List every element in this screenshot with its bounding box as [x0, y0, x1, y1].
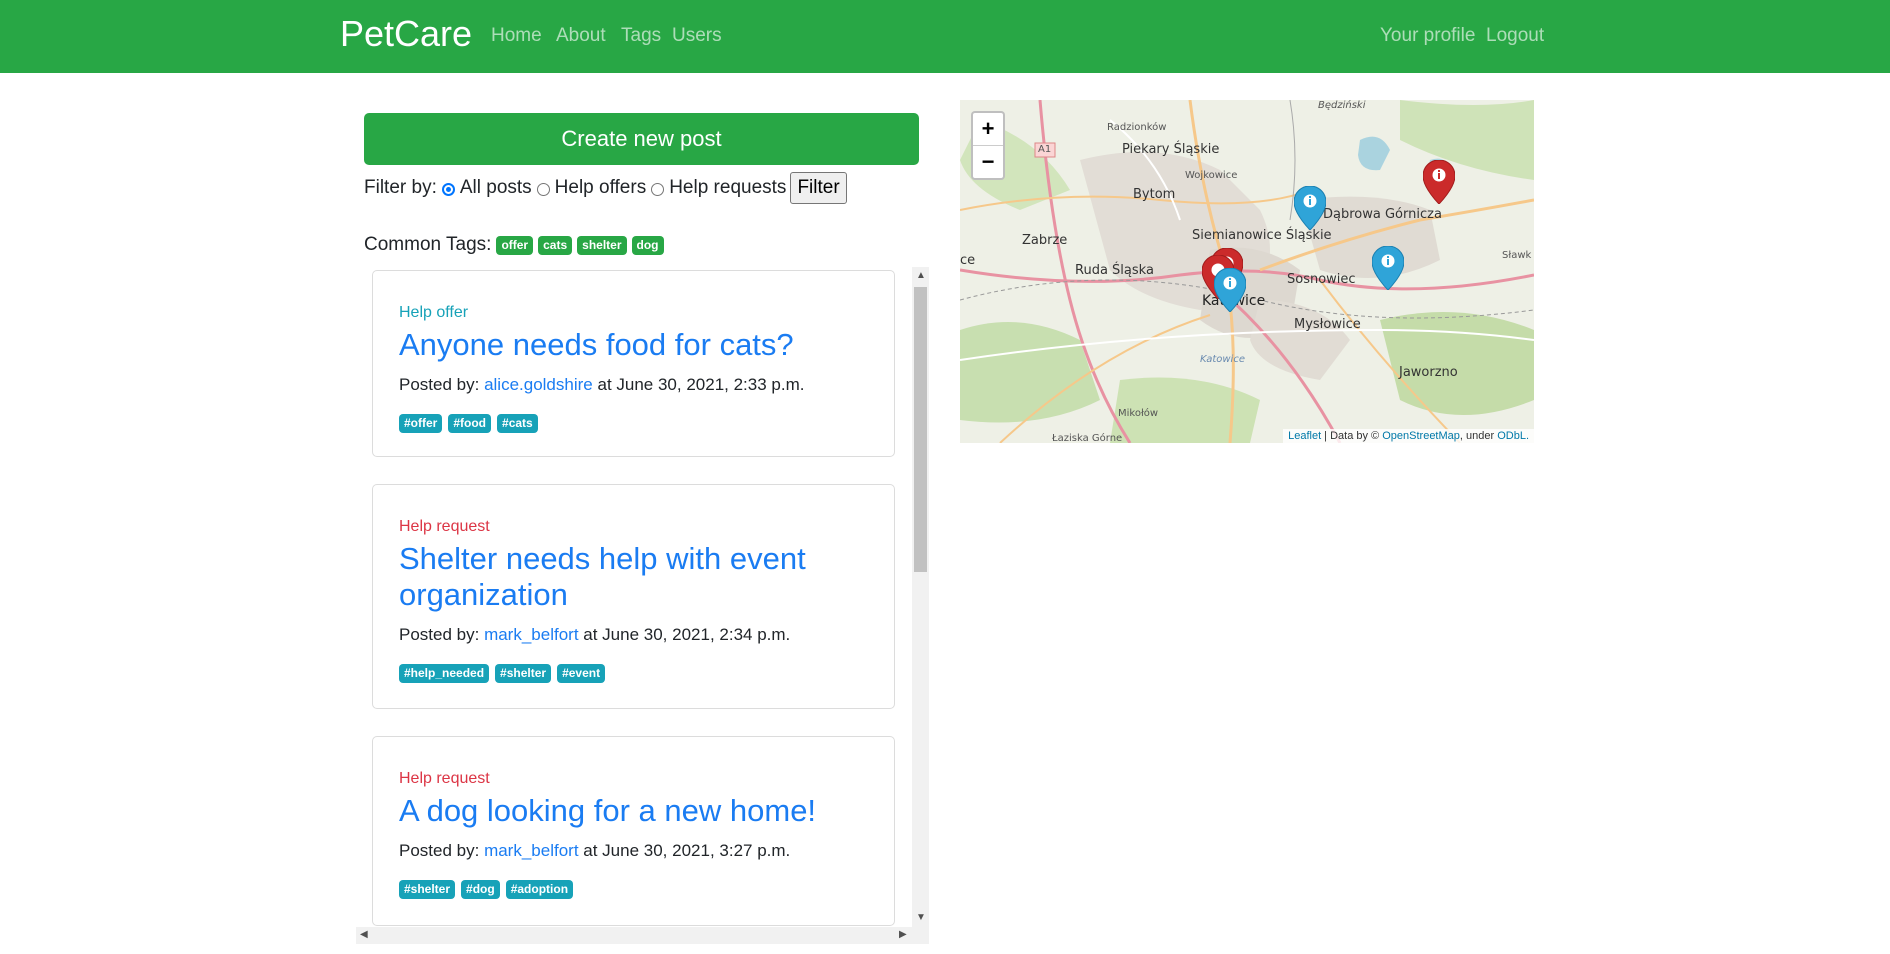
post-card: Help request Shelter needs help with eve… [372, 484, 895, 709]
radio-help-offers-label[interactable]: Help offers [555, 177, 647, 199]
filter-label: Filter by: [364, 177, 437, 198]
map-label: Ruda Śląska [1075, 263, 1154, 278]
post-tag[interactable]: #event [557, 664, 606, 683]
post-tag[interactable]: #shelter [495, 664, 552, 683]
post-tag[interactable]: #dog [461, 880, 500, 899]
map-label: Jaworzno [1399, 365, 1458, 380]
nav-about[interactable]: About [556, 25, 606, 47]
radio-all-posts[interactable] [441, 182, 455, 196]
common-tags-label: Common Tags: [364, 234, 492, 255]
post-tag[interactable]: #help_needed [399, 664, 490, 683]
osm-link[interactable]: OpenStreetMap [1382, 430, 1460, 442]
post-date: at June 30, 2021, 3:27 p.m. [583, 841, 791, 860]
post-tags: #offer #food #cats [399, 414, 544, 433]
map-label: Będziński [1318, 100, 1366, 111]
post-list: Help offer Anyone needs food for cats? P… [356, 267, 929, 943]
nav-users[interactable]: Users [672, 25, 722, 47]
map-label: Bytom [1133, 187, 1176, 202]
map-label: Katowice [1200, 354, 1245, 365]
attribution-under: , under [1459, 430, 1498, 442]
filter-button[interactable]: Filter [790, 172, 847, 204]
map-label: Siemianowice Śląskie [1192, 228, 1332, 243]
brand-logo[interactable]: PetCare [340, 12, 472, 56]
navbar: PetCare Home About Tags Users Your profi… [0, 0, 1890, 73]
common-tags: Common Tags: offer cats shelter dog [364, 234, 664, 256]
post-tag[interactable]: #offer [399, 414, 443, 433]
scroll-up-icon[interactable]: ▲ [916, 271, 926, 281]
map-label: Sosnowiec [1287, 272, 1356, 287]
map-label: A1 [1038, 144, 1052, 155]
post-author-link[interactable]: mark_belfort [484, 841, 578, 860]
horizontal-scrollbar[interactable]: ◀ ▶ [356, 927, 929, 944]
post-tag[interactable]: #cats [497, 414, 538, 433]
map-label: Łaziska Górne [1052, 433, 1123, 443]
map-label: Mysłowice [1294, 317, 1361, 332]
post-date: at June 30, 2021, 2:33 p.m. [597, 375, 805, 394]
zoom-in-button[interactable]: + [973, 113, 1003, 145]
post-title[interactable]: A dog looking for a new home! [399, 793, 869, 829]
map-label: Zabrze [1022, 233, 1068, 248]
post-meta: Posted by: mark_belfort at June 30, 2021… [399, 841, 790, 861]
post-tag[interactable]: #adoption [505, 880, 574, 899]
nav-your-profile[interactable]: Your profile [1380, 25, 1475, 47]
radio-help-requests-label[interactable]: Help requests [669, 177, 786, 199]
post-tag[interactable]: #food [448, 414, 492, 433]
map[interactable]: A1 Radzionków Piekary Śląskie Wojkowice … [960, 100, 1534, 443]
map-label: ce [960, 253, 976, 268]
post-meta: Posted by: alice.goldshire at June 30, 2… [399, 375, 804, 395]
map-label: Sławk [1502, 250, 1532, 261]
scroll-right-icon[interactable]: ▶ [899, 930, 907, 940]
radio-help-offers[interactable] [536, 182, 550, 196]
map-attribution: Leaflet | Data by © OpenStreetMap, under… [1283, 429, 1534, 443]
post-title[interactable]: Anyone needs food for cats? [399, 327, 869, 363]
post-type: Help request [399, 770, 490, 787]
post-type: Help offer [399, 304, 469, 321]
radio-all-posts-label[interactable]: All posts [460, 177, 532, 199]
posted-by-label: Posted by: [399, 375, 480, 394]
map-zoom-control: + − [971, 111, 1005, 180]
scroll-down-icon[interactable]: ▼ [916, 913, 926, 923]
post-card: Help request A dog looking for a new hom… [372, 736, 895, 926]
post-meta: Posted by: mark_belfort at June 30, 2021… [399, 625, 790, 645]
common-tag-dog[interactable]: dog [631, 235, 664, 255]
radio-help-requests[interactable] [651, 182, 665, 196]
map-label: Mikołów [1118, 408, 1159, 419]
post-type: Help request [399, 518, 490, 535]
scroll-left-icon[interactable]: ◀ [360, 930, 368, 940]
posted-by-label: Posted by: [399, 625, 480, 644]
post-tags: #help_needed #shelter #event [399, 664, 611, 683]
map-label: Dąbrowa Górnicza [1323, 207, 1442, 222]
post-date: at June 30, 2021, 2:34 p.m. [583, 625, 791, 644]
post-title[interactable]: Shelter needs help with event organizati… [399, 541, 869, 613]
nav-tags[interactable]: Tags [621, 25, 661, 47]
help-offer-marker-icon[interactable] [1294, 186, 1326, 230]
vertical-scroll-thumb[interactable] [914, 287, 927, 572]
common-tag-offer[interactable]: offer [496, 235, 534, 255]
nav-logout[interactable]: Logout [1486, 25, 1544, 47]
post-tag[interactable]: #shelter [399, 880, 456, 899]
attribution-text: | Data by © [1321, 430, 1383, 442]
filter-form: Filter by: All posts Help offers Help re… [364, 172, 847, 204]
post-card: Help offer Anyone needs food for cats? P… [372, 270, 895, 457]
map-label: Radzionków [1107, 122, 1167, 133]
common-tag-cats[interactable]: cats [538, 235, 573, 255]
post-author-link[interactable]: mark_belfort [484, 625, 578, 644]
map-label: Wojkowice [1185, 170, 1238, 181]
odbl-link[interactable]: ODbL. [1497, 430, 1529, 442]
zoom-out-button[interactable]: − [973, 145, 1003, 177]
help-offer-marker-icon[interactable] [1372, 246, 1404, 290]
post-author-link[interactable]: alice.goldshire [484, 375, 593, 394]
common-tag-shelter[interactable]: shelter [577, 235, 627, 255]
nav-home[interactable]: Home [491, 25, 542, 47]
map-label: Piekary Śląskie [1122, 142, 1220, 157]
post-tags: #shelter #dog #adoption [399, 880, 579, 899]
help-request-marker-icon[interactable] [1423, 160, 1455, 204]
help-offer-marker-icon[interactable] [1214, 268, 1246, 312]
vertical-scrollbar[interactable]: ▲ ▼ [912, 267, 929, 928]
create-post-button[interactable]: Create new post [364, 113, 919, 165]
posted-by-label: Posted by: [399, 841, 480, 860]
leaflet-link[interactable]: Leaflet [1288, 430, 1321, 442]
